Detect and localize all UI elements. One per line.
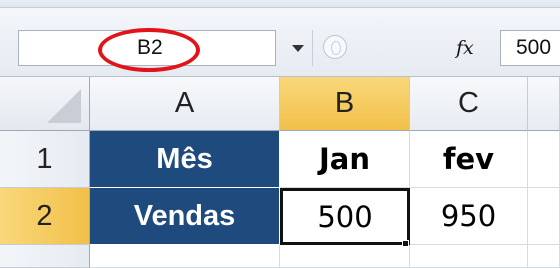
column-header-c[interactable]: C	[410, 77, 528, 131]
cell-d3[interactable]	[528, 245, 560, 268]
formula-input[interactable]: 500	[500, 30, 560, 66]
row-header-3[interactable]	[0, 245, 90, 268]
ribbon-edge	[0, 0, 560, 8]
formula-divider	[312, 30, 313, 66]
formula-value: 500	[516, 36, 552, 59]
select-all-icon	[47, 89, 81, 123]
cancel-icon[interactable]	[323, 35, 347, 59]
column-header-a[interactable]: A	[90, 77, 280, 131]
cell-d1[interactable]	[528, 131, 560, 188]
column-header-d[interactable]	[528, 77, 560, 131]
highlight-circle	[98, 28, 200, 72]
dropdown-icon[interactable]	[292, 45, 304, 52]
cell-b2[interactable]: 500	[280, 188, 410, 245]
cell-c1[interactable]: fev	[410, 131, 528, 188]
select-all-corner[interactable]	[0, 77, 90, 131]
column-header-b[interactable]: B	[280, 77, 410, 131]
cell-a2[interactable]: Vendas	[90, 188, 280, 245]
function-icon[interactable]: fx	[456, 37, 474, 59]
cell-c3[interactable]	[410, 245, 528, 268]
formula-bar: B2 fx 500	[0, 8, 560, 77]
cell-b3[interactable]	[280, 245, 410, 268]
cell-a3[interactable]	[90, 245, 280, 268]
cell-b1[interactable]: Jan	[280, 131, 410, 188]
row-header-2[interactable]: 2	[0, 188, 90, 245]
row-header-1[interactable]: 1	[0, 131, 90, 188]
cell-d2[interactable]	[528, 188, 560, 245]
cell-c2[interactable]: 950	[410, 188, 528, 245]
cell-a1[interactable]: Mês	[90, 131, 280, 188]
fill-handle[interactable]	[402, 240, 409, 247]
